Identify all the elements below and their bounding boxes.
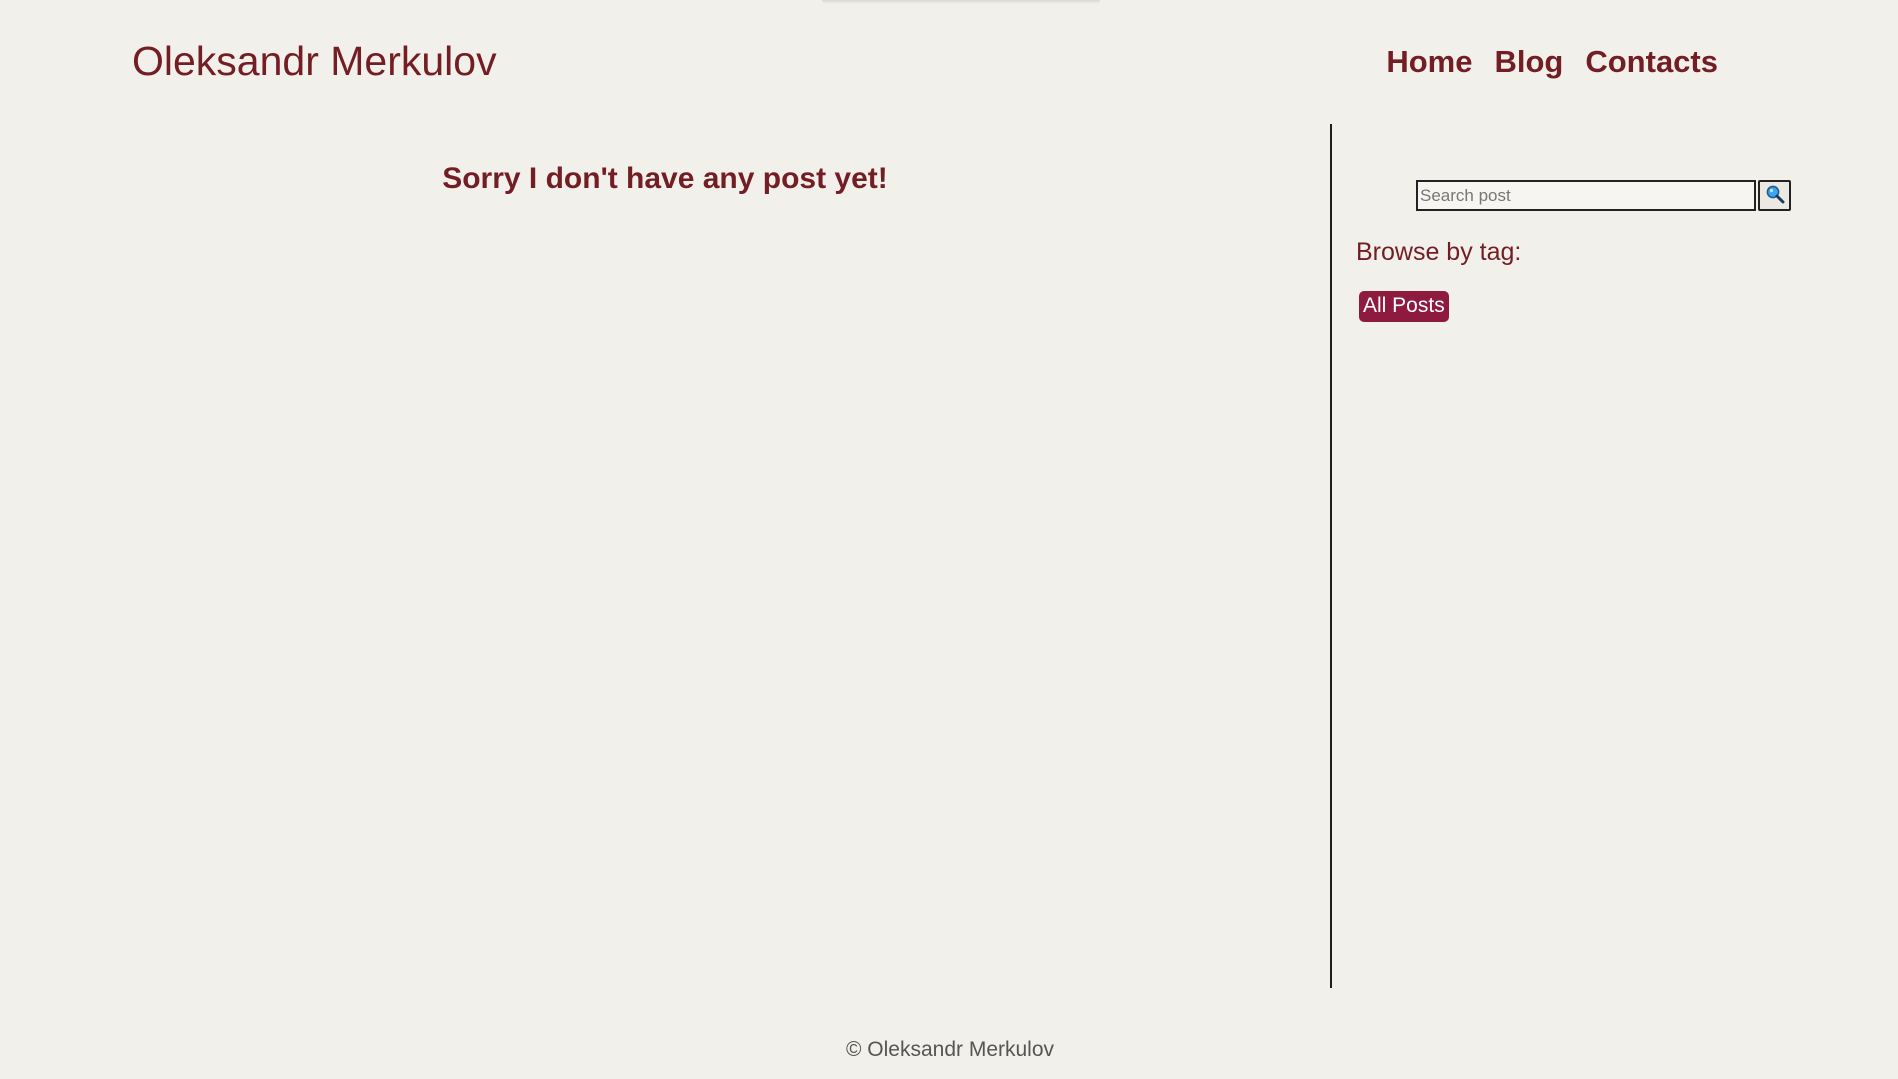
top-shadow — [822, 0, 1100, 4]
footer-copyright: © Oleksandr Merkulov — [845, 1038, 1055, 1061]
tag-all-posts[interactable]: All Posts — [1359, 291, 1449, 322]
search-form — [1416, 180, 1791, 211]
nav-contacts-link[interactable]: Contacts — [1585, 44, 1718, 80]
search-button[interactable] — [1758, 180, 1791, 211]
browse-by-tag-label: Browse by tag: — [1356, 238, 1522, 266]
main-content: Sorry I don't have any post yet! — [0, 124, 1330, 988]
nav-home-link[interactable]: Home — [1386, 44, 1472, 80]
sidebar-divider — [1330, 124, 1332, 988]
nav-blog-link[interactable]: Blog — [1494, 44, 1563, 80]
main-nav: Home Blog Contacts — [1386, 44, 1718, 80]
site-title[interactable]: Oleksandr Merkulov — [132, 38, 497, 85]
page: Oleksandr Merkulov Home Blog Contacts So… — [0, 0, 1898, 1079]
search-icon — [1765, 184, 1785, 207]
search-input[interactable] — [1416, 180, 1756, 211]
empty-posts-message: Sorry I don't have any post yet! — [442, 162, 888, 195]
